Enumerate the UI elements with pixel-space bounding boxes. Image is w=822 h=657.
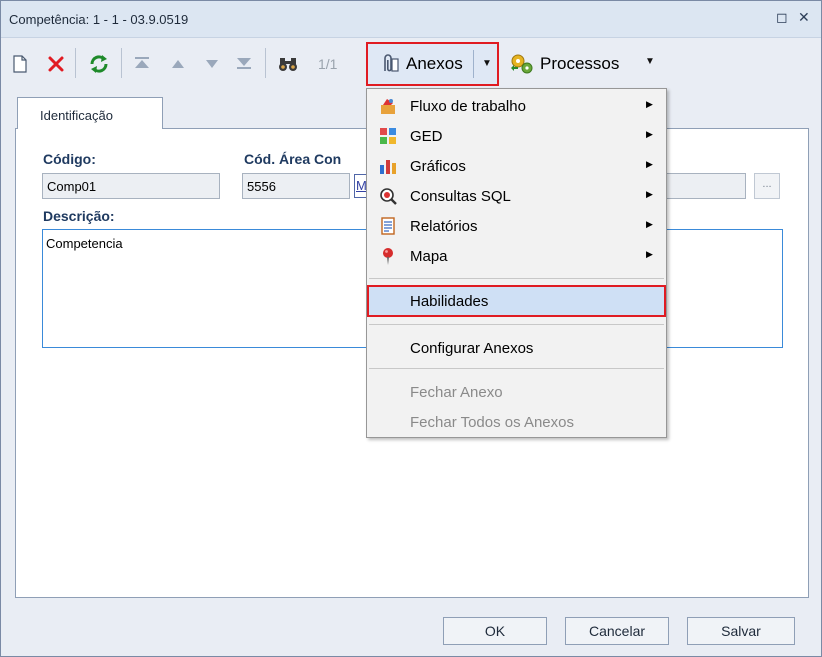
first-icon[interactable] [133, 55, 151, 71]
menu-item-ged[interactable]: GED ▶ [367, 121, 666, 151]
menu-item-fechar-todos-os-anexos: Fechar Todos os Anexos [410, 414, 574, 431]
next-icon[interactable] [203, 57, 221, 71]
anexos-button[interactable]: Anexos ▼ [366, 42, 499, 86]
last-icon[interactable] [235, 55, 253, 71]
chevron-down-icon[interactable]: ▼ [645, 56, 655, 67]
anexos-label: Anexos [406, 54, 463, 73]
toolbar-separator [75, 48, 76, 78]
codigo-label: Código: [43, 151, 96, 167]
title-bar: Competência: 1 - 1 - 03.9.0519 ◻ ✕ [1, 1, 821, 38]
toolbar: 1/1 Anexos ▼ Processos ▼ [1, 38, 821, 90]
submenu-arrow-icon: ▶ [646, 219, 653, 229]
new-icon[interactable] [11, 54, 29, 74]
ged-icon [379, 127, 397, 145]
report-icon [379, 217, 397, 235]
split-divider [473, 50, 474, 78]
processos-button[interactable]: Processos ▼ [509, 42, 659, 86]
bar-chart-icon [379, 157, 397, 175]
menu-separator [369, 278, 664, 279]
cancelar-button[interactable]: Cancelar [565, 617, 669, 645]
close-icon[interactable]: ✕ [798, 9, 810, 26]
area-label: Cód. Área Con [244, 151, 342, 167]
search-binoculars-icon[interactable] [277, 54, 299, 74]
toolbar-separator [265, 48, 266, 78]
submenu-arrow-icon: ▶ [646, 189, 653, 199]
menu-item-graficos[interactable]: Gráficos ▶ [367, 151, 666, 181]
menu-item-fluxo-de-trabalho[interactable]: Fluxo de trabalho ▶ [367, 91, 666, 121]
menu-separator [369, 324, 664, 325]
menu-item-relatorios[interactable]: Relatórios ▶ [367, 211, 666, 241]
restore-icon[interactable]: ◻ [776, 9, 788, 26]
record-counter: 1/1 [318, 56, 338, 72]
descricao-label: Descrição: [43, 208, 115, 224]
menu-item-fechar-anexo: Fechar Anexo [410, 384, 503, 401]
previous-icon[interactable] [169, 57, 187, 71]
delete-icon[interactable] [45, 53, 67, 75]
submenu-arrow-icon: ▶ [646, 99, 653, 109]
refresh-icon[interactable] [87, 52, 111, 76]
submenu-arrow-icon: ▶ [646, 129, 653, 139]
salvar-button[interactable]: Salvar [687, 617, 795, 645]
menu-separator [369, 368, 664, 369]
ok-button[interactable]: OK [443, 617, 547, 645]
submenu-arrow-icon: ▶ [646, 249, 653, 259]
lookup-button[interactable]: ... [754, 173, 780, 199]
paperclip-icon [378, 53, 400, 75]
toolbar-separator [121, 48, 122, 78]
gears-icon [509, 52, 535, 76]
menu-item-consultas-sql[interactable]: Consultas SQL ▶ [367, 181, 666, 211]
workflow-icon [379, 97, 397, 115]
tab-identificacao[interactable]: Identificação [17, 97, 163, 129]
area-description-field[interactable] [666, 173, 746, 199]
anexos-dropdown-menu: Fluxo de trabalho ▶ GED ▶ Gráficos ▶ Con… [366, 88, 667, 438]
area-code-field[interactable]: 5556 [242, 173, 350, 199]
menu-item-mapa[interactable]: Mapa ▶ [367, 241, 666, 271]
menu-item-habilidades[interactable]: Habilidades [367, 285, 666, 317]
sql-query-icon [379, 187, 397, 205]
tab-label: Identificação [40, 108, 113, 123]
codigo-field[interactable]: Comp01 [42, 173, 220, 199]
chevron-down-icon[interactable]: ▼ [482, 58, 492, 69]
map-pin-icon [379, 247, 397, 265]
window-title: Competência: 1 - 1 - 03.9.0519 [9, 12, 189, 27]
menu-item-configurar-anexos[interactable]: Configurar Anexos [367, 333, 666, 363]
submenu-arrow-icon: ▶ [646, 159, 653, 169]
processos-label: Processos [540, 54, 620, 73]
